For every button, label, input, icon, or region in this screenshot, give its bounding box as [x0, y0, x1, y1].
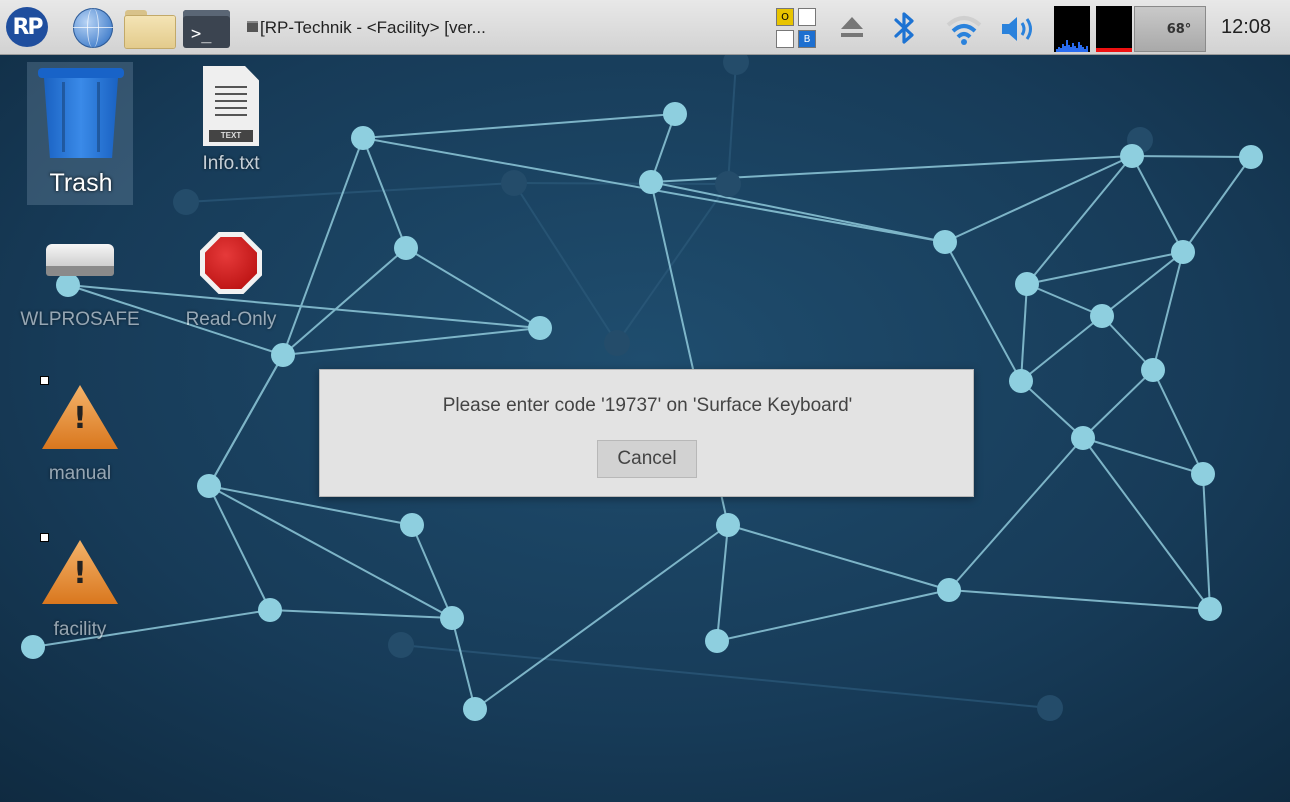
facility-label: facility [53, 619, 107, 640]
network-line [1131, 155, 1252, 158]
network-node [1090, 304, 1114, 328]
taskbar: RP >_ [RP-Technik - <Facility> [ver... O… [0, 0, 1290, 55]
trash-icon[interactable]: Trash [38, 68, 124, 197]
network-node [440, 606, 464, 630]
text-file-icon[interactable]: TEXT Info.txt [202, 66, 260, 174]
network-node-faint [501, 170, 527, 196]
terminal-icon[interactable]: >_ [183, 10, 230, 48]
window-title-button[interactable]: [RP-Technik - <Facility> [ver... [247, 18, 486, 38]
network-node [716, 513, 740, 537]
dialog-message: Please enter code '19737' on 'Surface Ke… [442, 395, 853, 416]
info-txt-label: Info.txt [202, 153, 260, 174]
network-node [463, 697, 487, 721]
window-icon [247, 21, 258, 32]
text-badge: TEXT [209, 130, 253, 142]
network-node-faint [388, 632, 414, 658]
keyboard-indicator-bottom: B [798, 30, 816, 48]
network-node [1239, 145, 1263, 169]
network-node [197, 474, 221, 498]
network-node [528, 316, 552, 340]
wlprosafe-label: WLPROSAFE [20, 309, 140, 330]
keyboard-indicator-icon[interactable]: O B [776, 6, 820, 50]
network-node [1191, 462, 1215, 486]
network-node [705, 629, 729, 653]
rp-logo-icon[interactable]: RP [6, 7, 48, 47]
warning-icon[interactable]: ! manual [42, 385, 118, 484]
bluetooth-icon[interactable] [893, 10, 917, 54]
clock[interactable]: 12:08 [1221, 16, 1271, 39]
network-node-faint [1037, 695, 1063, 721]
globe-icon[interactable] [73, 8, 113, 48]
temperature-gauge[interactable]: 68° [1134, 6, 1206, 52]
desktop: RP >_ [RP-Technik - <Facility> [ver... O… [0, 0, 1290, 802]
network-node [663, 102, 687, 126]
stop-sign-icon[interactable]: Read-Only [186, 232, 276, 330]
network-node [1141, 358, 1165, 382]
network-node-faint [715, 171, 741, 197]
network-node [1015, 272, 1039, 296]
temperature-monitor[interactable] [1096, 6, 1132, 52]
network-node [937, 578, 961, 602]
cpu-graph-bar [1086, 46, 1088, 52]
folder-icon[interactable] [125, 10, 175, 48]
warning-icon[interactable]: ! facility [42, 540, 118, 640]
network-node [1171, 240, 1195, 264]
cpu-monitor[interactable] [1054, 6, 1090, 52]
network-node [639, 170, 663, 194]
window-title-label: [RP-Technik - <Facility> [ver... [260, 18, 486, 37]
keyboard-indicator-cell [776, 30, 794, 48]
network-node [1198, 597, 1222, 621]
network-node [394, 236, 418, 260]
keyboard-indicator-cell [798, 8, 816, 26]
network-node [933, 230, 957, 254]
network-node [1071, 426, 1095, 450]
network-node [351, 126, 375, 150]
eject-icon[interactable] [838, 17, 866, 39]
network-node [1009, 369, 1033, 393]
network-node [1120, 144, 1144, 168]
drive-icon[interactable]: WLPROSAFE [20, 244, 140, 330]
manual-label: manual [48, 463, 112, 484]
keyboard-indicator-top: O [776, 8, 794, 26]
pairing-dialog: Please enter code '19737' on 'Surface Ke… [319, 369, 974, 497]
read-only-label: Read-Only [185, 309, 277, 330]
wifi-icon[interactable] [944, 11, 984, 47]
network-node [271, 343, 295, 367]
volume-icon[interactable] [1000, 14, 1040, 50]
network-node [258, 598, 282, 622]
network-node-faint [173, 189, 199, 215]
cancel-button[interactable]: Cancel [597, 440, 697, 478]
link-badge-icon [40, 376, 49, 385]
trash-label: Trash [49, 169, 113, 197]
network-node-faint [604, 330, 630, 356]
network-node [400, 513, 424, 537]
